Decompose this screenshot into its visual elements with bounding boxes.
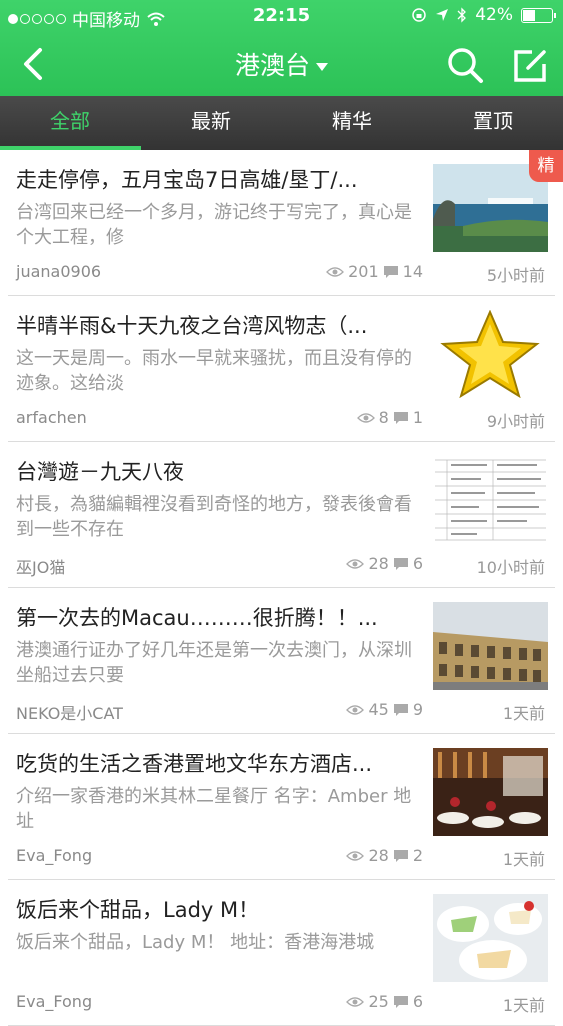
tab-latest[interactable]: 最新 <box>141 96 281 146</box>
post-summary: 饭后来个甜品，Lady M！ 地址：香港海港城 <box>16 932 375 953</box>
post-list: 走走停停，五月宝岛7日高雄/垦丁/... 台湾回来已经一个多月，游记终于写完了，… <box>0 150 563 1026</box>
list-item[interactable]: 饭后来个甜品，Lady M！ 饭后来个甜品，Lady M！ 地址：香港海港城 E… <box>8 880 555 1026</box>
comment-count: 14 <box>402 262 423 281</box>
post-summary: 村長，為貓編輯裡沒看到奇怪的地方，發表後會看到一些不存在 <box>16 494 412 540</box>
restaurant-thumbnail <box>433 748 548 836</box>
tab-bar: 全部 最新 精华 置顶 <box>0 96 563 150</box>
post-summary: 介绍一家香港的米其林二星餐厅 名字：Amber 地址 <box>16 786 412 832</box>
nav-bar: 港澳台 <box>0 34 563 94</box>
status-bar: 中国移动 22:15 42% <box>0 0 563 32</box>
post-stats: 28 2 <box>308 846 423 865</box>
comment-icon <box>383 265 398 278</box>
compose-icon[interactable] <box>512 46 548 84</box>
location-icon <box>436 9 449 21</box>
list-item[interactable]: 吃货的生活之香港置地文华东方酒店... 介绍一家香港的米其林二星餐厅 名字：Am… <box>8 734 555 880</box>
post-author: juana0906 <box>16 262 102 281</box>
view-count: 25 <box>368 992 389 1011</box>
comment-icon <box>393 995 408 1008</box>
view-count: 28 <box>368 554 389 573</box>
document-thumbnail <box>433 456 548 544</box>
chevron-down-icon <box>316 63 328 71</box>
bluetooth-icon <box>457 7 467 23</box>
post-time: 1天前 <box>502 996 545 1015</box>
post-author: Eva_Fong <box>16 846 93 865</box>
post-stats: 28 6 <box>308 554 423 573</box>
list-item[interactable]: 半晴半雨&十天九夜之台湾风物志（... 这一天是周一。雨水一早就来骚扰，而且没有… <box>8 296 555 442</box>
list-item[interactable]: 第一次去的Macau………很折腾！！... 港澳通行证办了好几年还是第一次去澳门… <box>8 588 555 734</box>
view-count: 45 <box>368 700 389 719</box>
post-time: 9小时前 <box>486 412 545 431</box>
eye-icon <box>346 558 365 569</box>
post-title: 吃货的生活之香港置地文华东方酒店... <box>16 752 373 776</box>
view-count: 28 <box>368 846 389 865</box>
search-icon[interactable] <box>446 46 484 84</box>
post-stats: 8 1 <box>308 408 423 427</box>
post-author: Eva_Fong <box>16 992 93 1011</box>
app-header: 中国移动 22:15 42% 港澳台 <box>0 0 563 96</box>
post-author: arfachen <box>16 408 87 427</box>
post-summary: 台湾回来已经一个多月，游记终于写完了，真心是个大工程，修 <box>16 202 412 248</box>
rotation-lock-icon <box>412 8 426 22</box>
comment-icon <box>393 849 408 862</box>
post-author: NEKO是小CAT <box>16 704 123 723</box>
eye-icon <box>346 996 365 1007</box>
post-stats: 45 9 <box>308 700 423 719</box>
comment-count: 6 <box>412 992 423 1011</box>
post-time: 10小时前 <box>476 558 545 577</box>
eye-icon <box>326 266 345 277</box>
eye-icon <box>356 412 375 423</box>
eye-icon <box>346 850 365 861</box>
page-title-text: 港澳台 <box>234 51 310 80</box>
comment-icon <box>393 411 408 424</box>
tab-featured[interactable]: 精华 <box>282 96 422 146</box>
eye-icon <box>346 704 365 715</box>
comment-count: 9 <box>412 700 423 719</box>
post-time: 5小时前 <box>486 266 545 285</box>
view-count: 201 <box>348 262 379 281</box>
post-title: 走走停停，五月宝岛7日高雄/垦丁/... <box>16 168 358 192</box>
comment-count: 6 <box>412 554 423 573</box>
list-item[interactable]: 走走停停，五月宝岛7日高雄/垦丁/... 台湾回来已经一个多月，游记终于写完了，… <box>8 150 563 296</box>
view-count: 8 <box>378 408 389 427</box>
post-stats: 25 6 <box>308 992 423 1011</box>
post-title: 半晴半雨&十天九夜之台湾风物志（... <box>16 314 368 338</box>
battery-icon <box>521 7 556 23</box>
comment-icon <box>393 557 408 570</box>
post-summary: 这一天是周一。雨水一早就来骚扰，而且没有停的迹象。这给淡 <box>16 348 412 394</box>
post-title: 饭后来个甜品，Lady M！ <box>16 898 260 922</box>
tab-all[interactable]: 全部 <box>0 96 140 146</box>
post-title: 第一次去的Macau………很折腾！！... <box>16 606 378 630</box>
comment-count: 2 <box>412 846 423 865</box>
featured-badge: 精 <box>529 150 563 182</box>
post-author: 巫JO猫 <box>16 558 66 577</box>
comment-icon <box>393 703 408 716</box>
post-summary: 港澳通行证办了好几年还是第一次去澳门，从深圳坐船过去只要 <box>16 640 412 686</box>
post-title: 台灣遊－九天八夜 <box>16 460 184 484</box>
battery-percent: 42% <box>475 5 513 25</box>
list-item[interactable]: 台灣遊－九天八夜 村長，為貓編輯裡沒看到奇怪的地方，發表後會看到一些不存在 巫J… <box>8 442 555 588</box>
dessert-thumbnail <box>433 894 548 982</box>
post-time: 1天前 <box>502 850 545 869</box>
comment-count: 1 <box>412 408 423 427</box>
post-time: 1天前 <box>502 704 545 723</box>
post-stats: 201 14 <box>308 262 423 281</box>
building-thumbnail <box>433 602 548 690</box>
tab-pinned[interactable]: 置顶 <box>423 96 563 146</box>
star-thumbnail <box>433 310 548 398</box>
